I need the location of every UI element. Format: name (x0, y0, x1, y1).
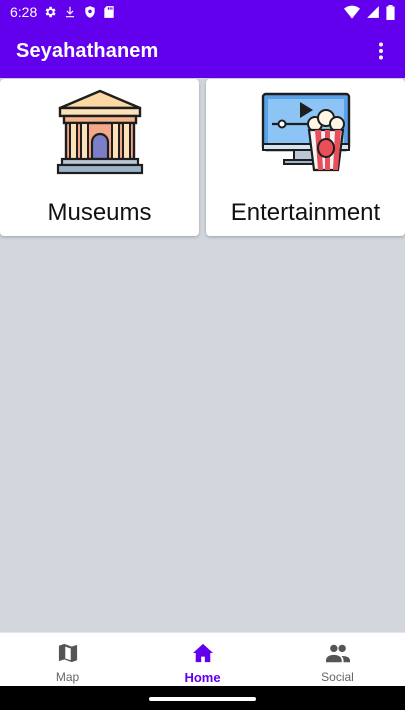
nav-item-map[interactable]: Map (0, 633, 135, 686)
signal-icon (366, 5, 380, 19)
wifi-icon (344, 5, 360, 19)
social-icon (325, 643, 350, 668)
sd-card-icon (103, 5, 115, 19)
entertainment-icon (258, 88, 354, 183)
map-icon (57, 643, 79, 668)
museum-icon (54, 88, 146, 183)
category-label: Museums (47, 199, 152, 226)
battery-icon (386, 4, 395, 20)
gear-icon (43, 5, 57, 19)
nav-label: Home (184, 670, 221, 685)
more-vert-icon[interactable] (369, 39, 393, 63)
status-time: 6:28 (10, 4, 38, 20)
shield-icon (83, 5, 97, 19)
system-gesture-bar (0, 686, 405, 710)
app-title: Seyahathanem (16, 39, 159, 62)
category-card-museums[interactable]: Museums (0, 79, 199, 236)
nav-label: Social (321, 670, 354, 684)
nav-label: Map (55, 670, 80, 684)
download-icon (63, 5, 77, 19)
home-gesture-handle[interactable] (149, 697, 256, 701)
nav-item-home[interactable]: Home (135, 633, 270, 686)
bottom-navigation: Map Home Social (0, 632, 405, 686)
status-bar: 6:28 (0, 0, 405, 24)
category-card-entertainment[interactable]: Entertainment (206, 79, 405, 236)
category-label: Entertainment (230, 199, 381, 226)
nav-item-social[interactable]: Social (270, 633, 405, 686)
home-icon (192, 643, 214, 668)
home-content: Museums Entertainment (0, 78, 405, 632)
app-bar: Seyahathanem (0, 24, 405, 78)
